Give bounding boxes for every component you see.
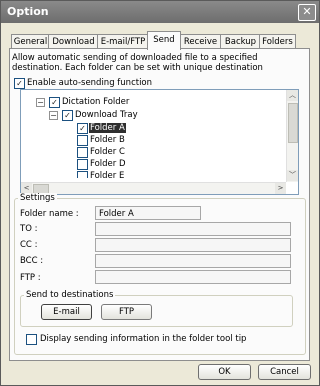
collapse-icon[interactable]: − bbox=[36, 98, 45, 107]
ftp-label: FTP : bbox=[20, 273, 41, 283]
tree-item-dictation-folder[interactable]: Dictation Folder bbox=[62, 97, 129, 107]
tree-item-download-tray[interactable]: Download Tray bbox=[75, 110, 138, 120]
tree-item-folder-b[interactable]: Folder B bbox=[90, 135, 125, 145]
tab-download[interactable]: Download bbox=[48, 34, 99, 49]
tree-checkbox[interactable] bbox=[77, 147, 88, 158]
scroll-right-icon[interactable]: > bbox=[275, 183, 286, 194]
vertical-scroll-thumb[interactable] bbox=[288, 103, 298, 143]
vertical-scrollbar[interactable]: ︿ ﹀ bbox=[286, 90, 298, 182]
cc-field bbox=[95, 238, 291, 252]
close-icon[interactable]: ✕ bbox=[298, 4, 316, 21]
auto-send-checkbox[interactable]: ✓ bbox=[14, 78, 25, 89]
tree-checkbox[interactable]: ✓ bbox=[77, 123, 88, 134]
window-title: Option bbox=[7, 5, 49, 18]
to-label: TO : bbox=[20, 224, 38, 234]
tree-item-folder-e[interactable]: Folder E bbox=[90, 171, 124, 181]
tree-checkbox[interactable] bbox=[77, 159, 88, 170]
tab-receive[interactable]: Receive bbox=[179, 34, 222, 49]
tab-folders[interactable]: Folders bbox=[259, 34, 296, 49]
folder-name-field: Folder A bbox=[95, 206, 201, 220]
tree-checkbox[interactable] bbox=[77, 135, 88, 146]
tab-general[interactable]: General bbox=[11, 34, 50, 49]
tree-item-folder-d[interactable]: Folder D bbox=[90, 159, 126, 169]
horizontal-scrollbar[interactable]: < > bbox=[21, 182, 286, 194]
cc-label: CC : bbox=[20, 240, 38, 250]
email-button[interactable]: E-mail bbox=[41, 304, 92, 320]
tree-checkbox[interactable]: ✓ bbox=[49, 97, 60, 108]
tab-backup[interactable]: Backup bbox=[220, 34, 261, 49]
tab-email-ftp[interactable]: E-mail/FTP bbox=[97, 34, 149, 49]
tooltip-info-checkbox[interactable] bbox=[26, 334, 37, 345]
cancel-button[interactable]: Cancel bbox=[258, 364, 311, 380]
tree-checkbox[interactable] bbox=[77, 171, 88, 178]
tree-item-folder-a[interactable]: Folder A bbox=[89, 123, 126, 133]
folder-tree[interactable]: − ✓ Dictation Folder − ✓ Download Tray ✓… bbox=[20, 89, 299, 195]
ok-button[interactable]: OK bbox=[198, 364, 251, 380]
bcc-field bbox=[95, 254, 291, 268]
bcc-label: BCC : bbox=[20, 256, 44, 266]
auto-send-label: Enable auto-sending function bbox=[27, 78, 153, 88]
tree-item-folder-c[interactable]: Folder C bbox=[90, 147, 125, 157]
description-text: Allow automatic sending of downloaded fi… bbox=[12, 53, 263, 73]
scroll-up-icon[interactable]: ︿ bbox=[287, 90, 298, 101]
collapse-icon[interactable]: − bbox=[49, 111, 58, 120]
scroll-down-icon[interactable]: ﹀ bbox=[287, 170, 298, 181]
ftp-button[interactable]: FTP bbox=[101, 304, 152, 320]
send-destinations-label: Send to destinations bbox=[24, 290, 116, 300]
folder-name-label: Folder name : bbox=[20, 209, 79, 219]
settings-group-label: Settings bbox=[18, 193, 57, 203]
tooltip-info-label: Display sending information in the folde… bbox=[40, 334, 247, 344]
ftp-field bbox=[95, 270, 291, 284]
title-bar[interactable]: Option ✕ bbox=[1, 1, 319, 23]
tree-checkbox[interactable]: ✓ bbox=[62, 110, 73, 121]
tab-send[interactable]: Send bbox=[147, 31, 181, 50]
to-field bbox=[95, 222, 291, 236]
